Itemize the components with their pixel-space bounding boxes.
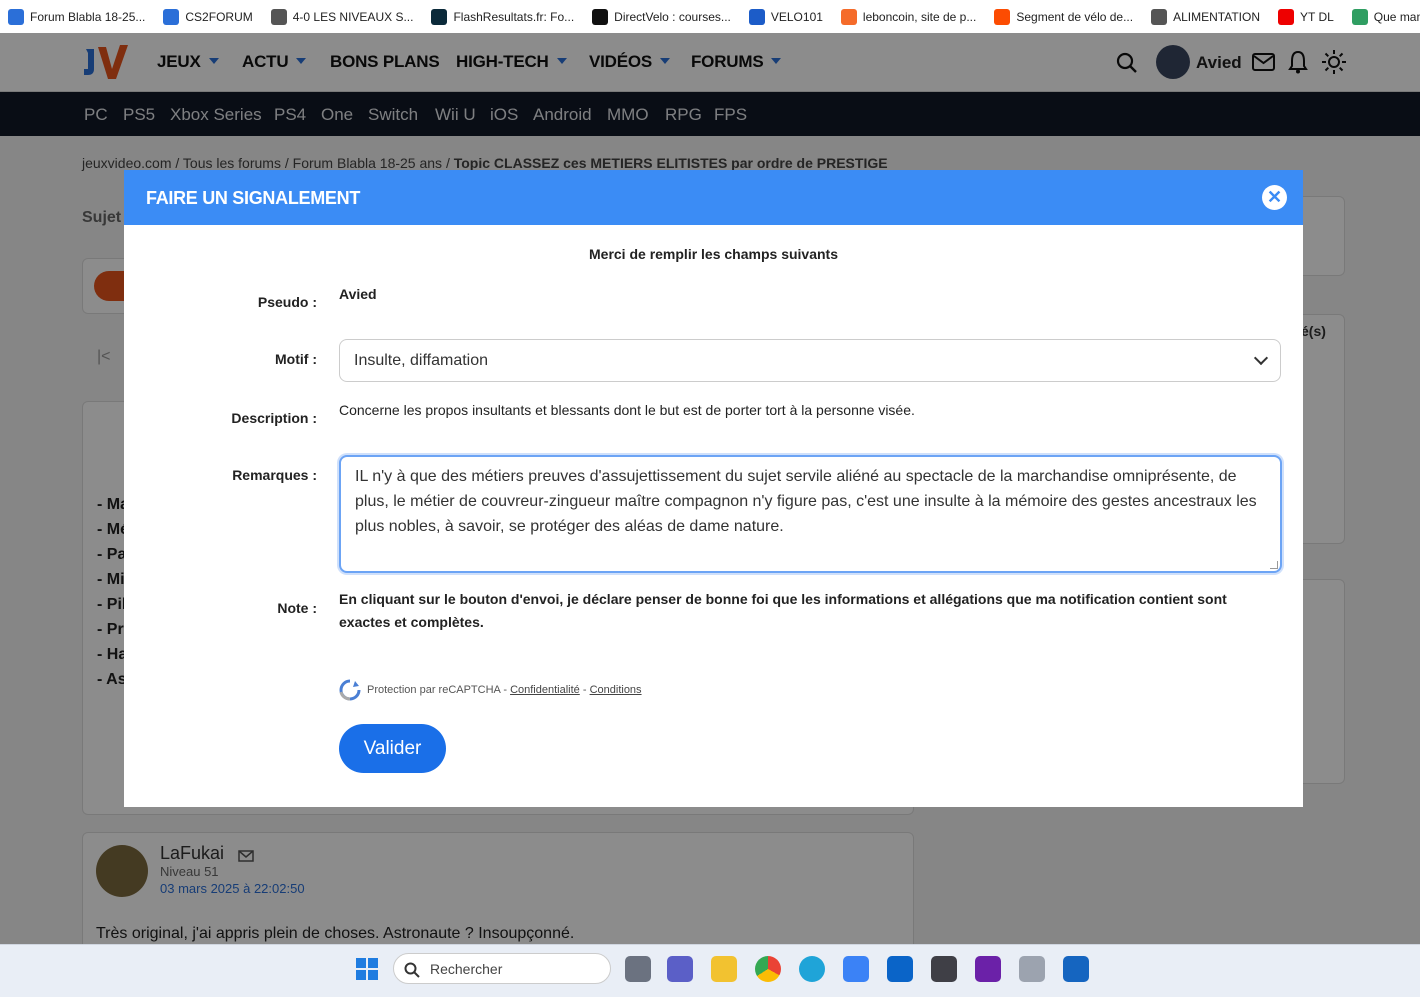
bookmark-item[interactable]: Que manger pou [1351, 8, 1420, 25]
jv-icon [163, 8, 180, 25]
submit-button[interactable]: Valider [339, 724, 446, 773]
note-label: Note : [277, 600, 317, 616]
bookmarks-bar: Forum Blabla 18-25... CS2FORUM 4-0 LES NIV… [0, 0, 1420, 33]
motif-label: Motif : [275, 351, 317, 367]
bookmark-item[interactable]: 4-0 LES NIVEAUX S... [270, 8, 414, 25]
bookmark-label: CS2FORUM [185, 9, 253, 24]
bookmark-item[interactable]: VELO101 [748, 8, 823, 25]
teams-icon[interactable] [667, 956, 693, 982]
bookmark-item[interactable]: ALIMENTATION [1151, 8, 1260, 25]
terms-link[interactable]: Conditions [590, 684, 642, 696]
bookmark-label: Segment de vélo de... [1016, 9, 1134, 24]
taskbar-search[interactable]: Rechercher [393, 953, 611, 984]
jv-icon [8, 8, 24, 25]
modal-title: FAIRE UN SIGNALEMENT [146, 188, 361, 208]
file-explorer-icon[interactable] [711, 956, 737, 982]
app-icon[interactable] [931, 956, 957, 982]
remarques-textarea[interactable]: IL n'y à que des métiers preuves d'assuj… [339, 455, 1282, 573]
outlook-icon[interactable] [887, 956, 913, 982]
bookmark-label: Que manger pou [1373, 9, 1420, 24]
youtube-icon [1278, 8, 1294, 25]
note-text: En cliquant sur le bouton d'envoi, je dé… [339, 591, 1227, 630]
task-view-icon[interactable] [625, 956, 651, 982]
flash-icon [431, 8, 448, 25]
store-icon[interactable] [843, 956, 869, 982]
description-label: Description : [231, 410, 317, 426]
dv-icon [592, 8, 609, 25]
bookmark-item[interactable]: Forum Blabla 18-25... [8, 8, 146, 25]
close-icon[interactable]: ✕ [1262, 185, 1287, 210]
bookmark-label: Forum Blabla 18-25... [30, 9, 146, 24]
windows-start-icon[interactable] [356, 958, 378, 980]
velo-icon [748, 8, 765, 25]
privacy-link[interactable]: Confidentialité [510, 684, 580, 696]
bookmark-label: leboncoin, site de p... [862, 9, 977, 24]
bookmark-item[interactable]: leboncoin, site de p... [840, 8, 977, 25]
description-value: Concerne les propos insultants et blessa… [339, 402, 915, 418]
chevron-down-icon [1253, 350, 1269, 366]
taskbar: Rechercher [0, 944, 1420, 997]
chrome-icon[interactable] [755, 956, 781, 982]
bookmark-label: VELO101 [770, 9, 823, 24]
remarques-label: Remarques : [232, 467, 317, 483]
pinned-app-icon[interactable] [1063, 956, 1089, 982]
bookmark-label: ALIMENTATION [1173, 9, 1260, 24]
bookmark-item[interactable]: DirectVelo : courses... [592, 8, 731, 25]
modal-header: FAIRE UN SIGNALEMENT ✕ [124, 170, 1303, 225]
n-icon [1351, 8, 1368, 25]
globe-icon [1151, 8, 1168, 25]
remarques-text: IL n'y à que des métiers preuves d'assuj… [355, 468, 1257, 535]
bookmark-item[interactable]: FlashResultats.fr: Fo... [431, 8, 575, 25]
pseudo-value: Avied [339, 286, 377, 302]
bookmark-item[interactable]: Segment de vélo de... [994, 8, 1134, 25]
motif-select[interactable]: Insulte, diffamation [339, 339, 1281, 382]
resize-handle[interactable] [1270, 561, 1278, 569]
pseudo-label: Pseudo : [257, 294, 317, 310]
modal-intro: Merci de remplir les champs suivants [589, 246, 838, 262]
bookmark-label: FlashResultats.fr: Fo... [453, 9, 575, 24]
strava-icon [994, 8, 1011, 25]
edge-icon[interactable] [799, 956, 825, 982]
bookmark-label: YT DL [1300, 9, 1334, 24]
recaptcha-text: Protection par reCAPTCHA - [367, 684, 507, 696]
motif-selected-value: Insulte, diffamation [354, 352, 489, 369]
search-icon [404, 962, 420, 978]
report-modal: FAIRE UN SIGNALEMENT ✕ Merci de remplir … [124, 170, 1303, 807]
taskbar-search-placeholder: Rechercher [430, 961, 503, 977]
globe-icon [270, 8, 287, 25]
heart-app-icon[interactable] [975, 956, 1001, 982]
bookmark-item[interactable]: YT DL [1278, 8, 1334, 25]
bookmark-item[interactable]: CS2FORUM [163, 8, 253, 25]
bookmark-label: DirectVelo : courses... [614, 9, 731, 24]
recaptcha-separator: - [582, 684, 587, 696]
recaptcha-notice: Protection par reCAPTCHA - Confidentiali… [339, 679, 642, 701]
calculator-icon[interactable] [1019, 956, 1045, 982]
lbc-icon [840, 8, 857, 25]
bookmark-label: 4-0 LES NIVEAUX S... [292, 9, 414, 24]
recaptcha-icon [339, 679, 361, 701]
